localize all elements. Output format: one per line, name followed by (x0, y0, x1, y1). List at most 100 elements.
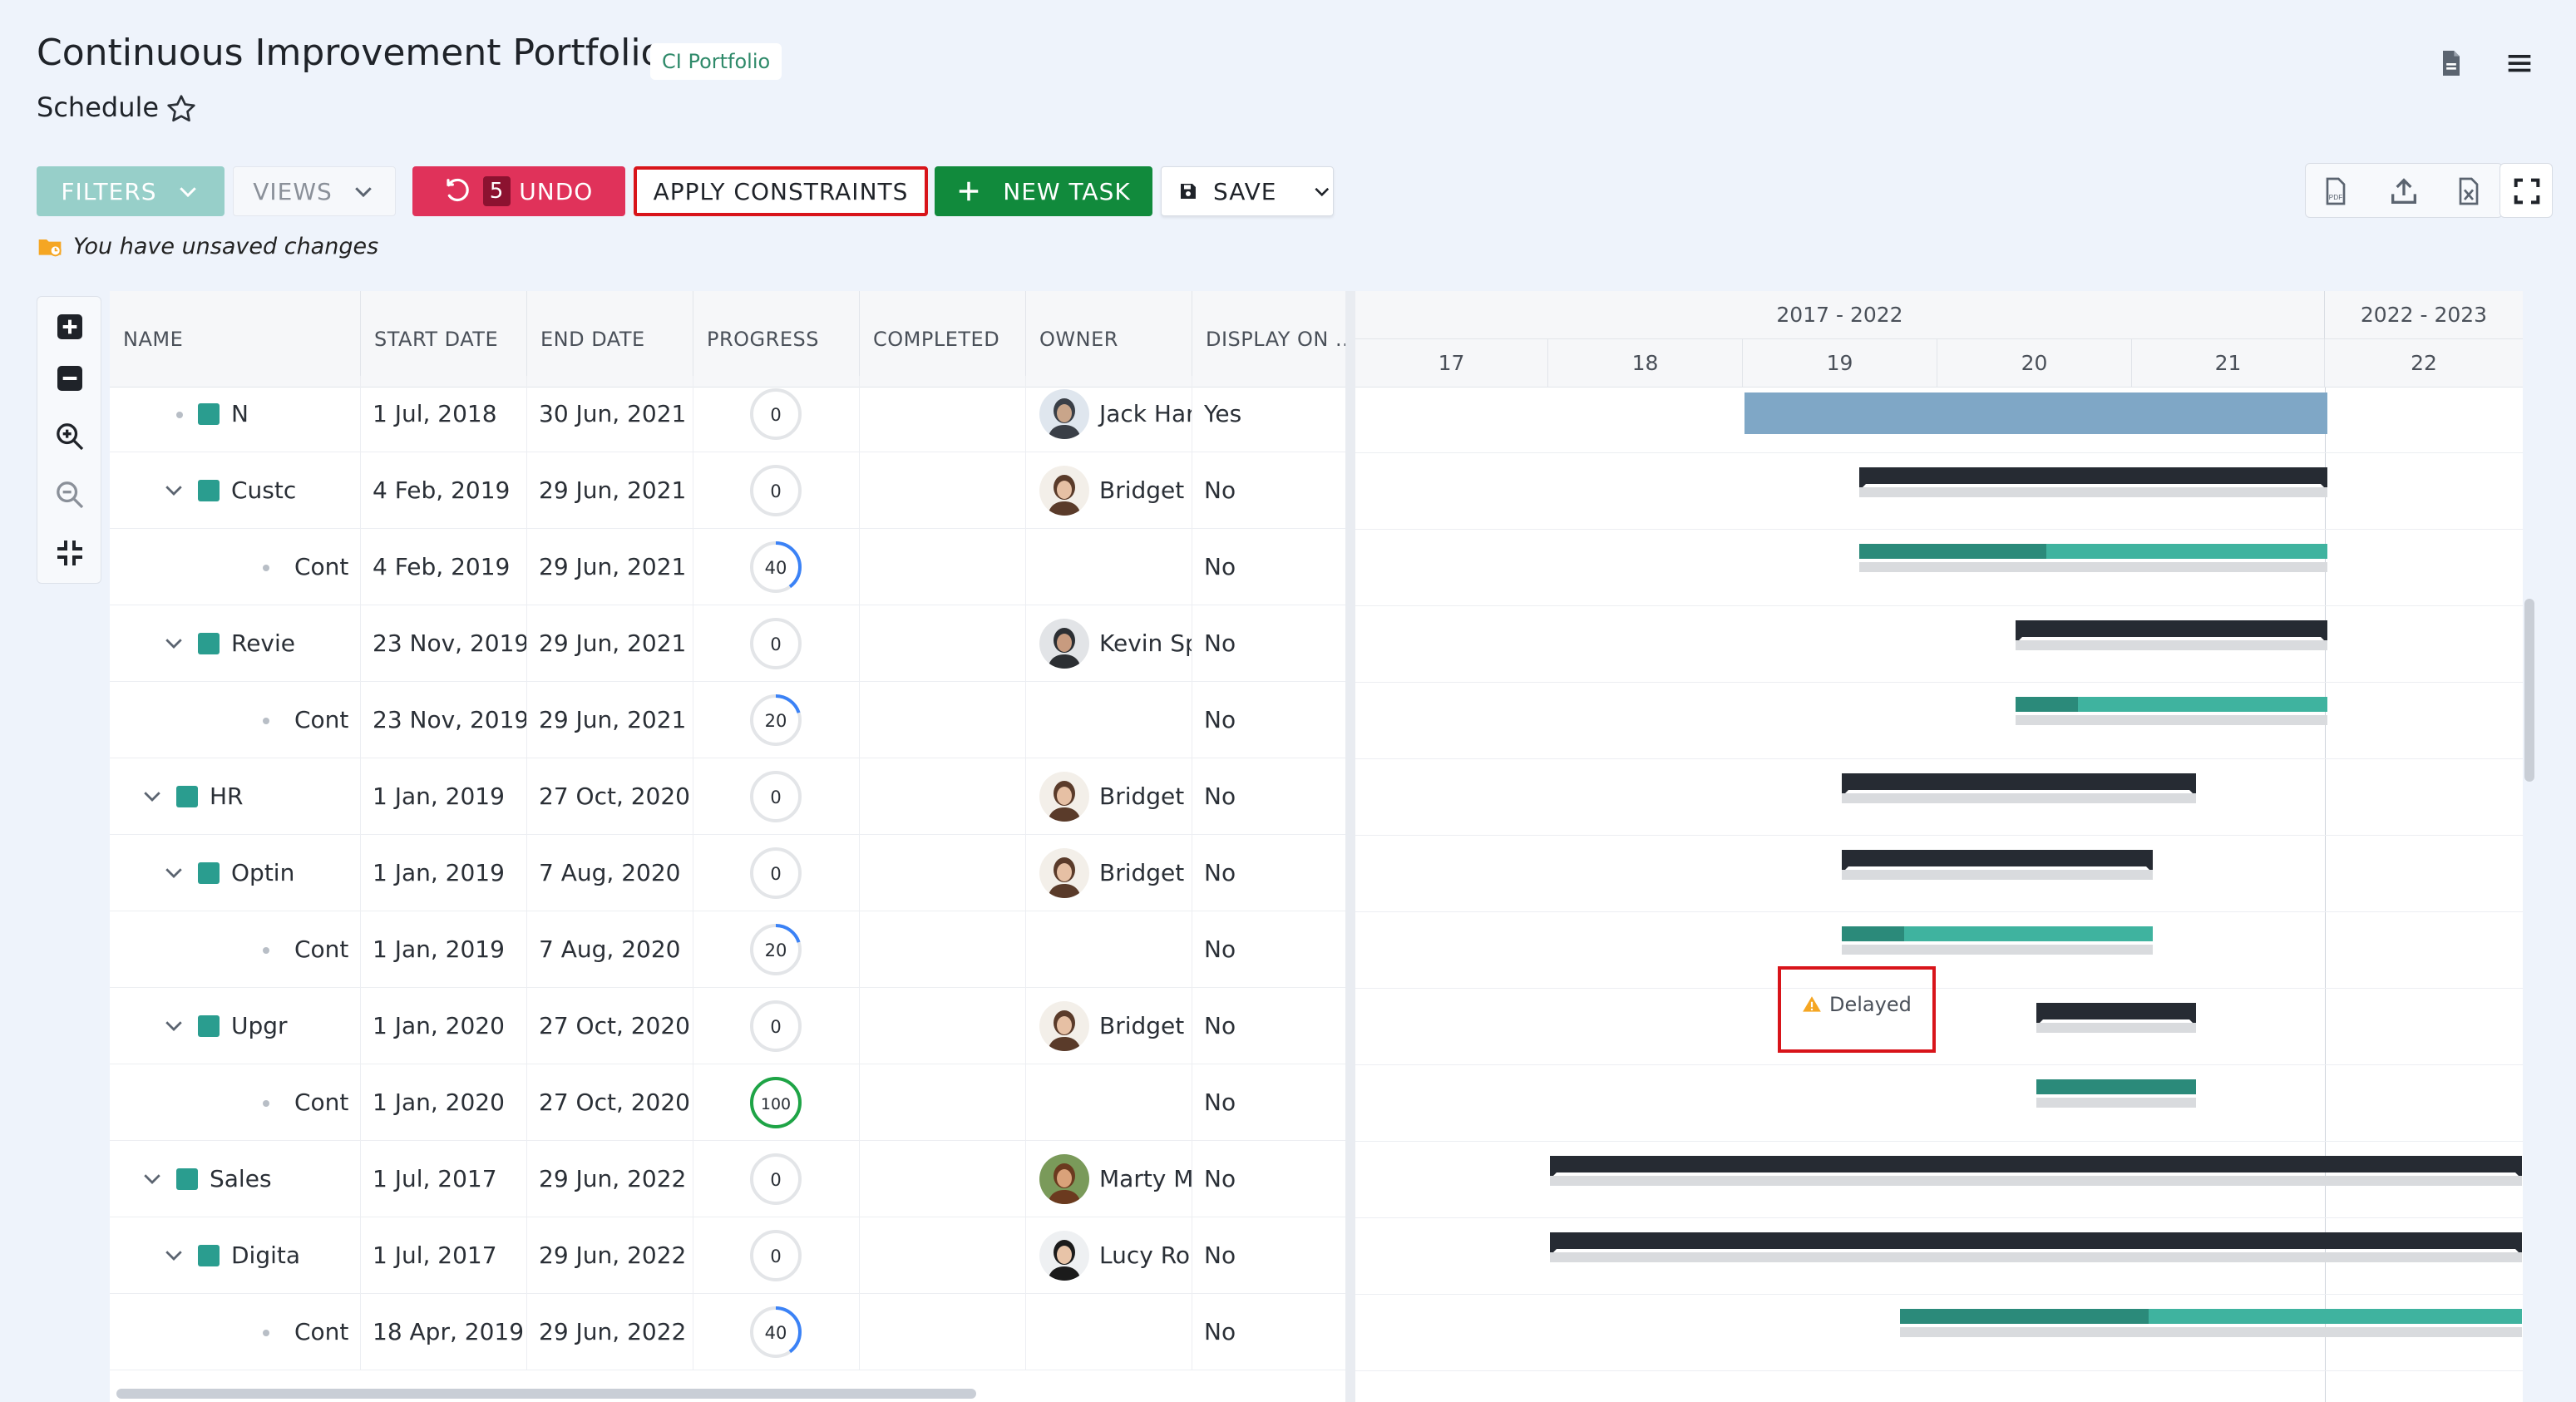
name-cell[interactable]: HR (110, 758, 361, 835)
table-row[interactable]: Cont 23 Nov, 2019 29 Jun, 2021 20 No (110, 682, 1347, 758)
display-on-cell[interactable]: No (1192, 529, 1347, 605)
name-cell[interactable]: Cont (110, 911, 361, 988)
completed-cell[interactable] (860, 452, 1026, 529)
progress-cell[interactable]: 0 (693, 376, 860, 452)
chevron-down-icon[interactable] (161, 477, 186, 502)
end-date-cell[interactable]: 27 Oct, 2020 (527, 988, 693, 1064)
completed-cell[interactable] (860, 988, 1026, 1064)
export-pdf-icon[interactable]: PDF (2319, 175, 2352, 208)
completed-cell[interactable] (860, 1294, 1026, 1370)
display-on-cell[interactable]: No (1192, 1217, 1347, 1294)
column-header-completed[interactable]: COMPLETED (860, 291, 1026, 388)
column-header-display-on[interactable]: DISPLAY ON ... (1192, 291, 1347, 388)
owner-cell[interactable]: Bridget E (1026, 835, 1192, 911)
pdf-document-icon[interactable] (2435, 47, 2468, 80)
table-row[interactable]: Custc 4 Feb, 201929 Jun, 2021 0 Bridget ENo (110, 452, 1347, 529)
grid-gantt-splitter[interactable] (1345, 291, 1355, 1402)
start-date-cell[interactable]: 23 Nov, 2019 (361, 682, 527, 758)
start-date-cell[interactable]: 1 Jul, 2017 (361, 1217, 527, 1294)
name-cell[interactable]: Custc (110, 452, 361, 529)
fullscreen-button[interactable] (2500, 163, 2553, 218)
chevron-down-icon[interactable] (140, 1166, 165, 1191)
new-task-button[interactable]: NEW TASK (935, 166, 1152, 216)
hamburger-menu-icon[interactable] (2503, 47, 2536, 80)
name-cell[interactable]: Cont (110, 529, 361, 605)
name-cell[interactable]: Revie (110, 605, 361, 682)
chevron-down-icon[interactable] (161, 1013, 186, 1038)
end-date-cell[interactable]: 29 Jun, 2022 (527, 1217, 693, 1294)
expand-all-icon[interactable] (53, 310, 86, 343)
table-row[interactable]: HR 1 Jan, 201927 Oct, 2020 0 Bridget ENo (110, 758, 1347, 835)
end-date-cell[interactable]: 27 Oct, 2020 (527, 1064, 693, 1141)
column-header-start-date[interactable]: START DATE (361, 291, 527, 388)
save-options-chevron-icon[interactable] (1311, 178, 1333, 205)
owner-cell[interactable] (1026, 682, 1192, 758)
name-cell[interactable]: Sales (110, 1141, 361, 1217)
completed-cell[interactable] (860, 529, 1026, 605)
horizontal-scrollbar[interactable] (116, 1389, 976, 1399)
summary-bar[interactable] (2016, 620, 2328, 644)
completed-cell[interactable] (860, 682, 1026, 758)
name-cell[interactable]: Digita (110, 1217, 361, 1294)
name-cell[interactable]: Upgr (110, 988, 361, 1064)
zoom-out-icon[interactable] (53, 478, 86, 511)
delayed-indicator[interactable]: Delayed (1801, 993, 1912, 1016)
summary-bar[interactable] (1550, 1156, 2522, 1179)
display-on-cell[interactable]: No (1192, 1141, 1347, 1217)
end-date-cell[interactable]: 29 Jun, 2021 (527, 605, 693, 682)
display-on-cell[interactable]: No (1192, 1294, 1347, 1370)
owner-cell[interactable]: Lucy Ror (1026, 1217, 1192, 1294)
completed-cell[interactable] (860, 835, 1026, 911)
table-row[interactable]: Cont 18 Apr, 2019 29 Jun, 2022 40 No (110, 1294, 1347, 1370)
end-date-cell[interactable]: 30 Jun, 2021 (527, 376, 693, 452)
upload-icon[interactable] (2387, 175, 2421, 208)
start-date-cell[interactable]: 23 Nov, 2019 (361, 605, 527, 682)
column-header-owner[interactable]: OWNER (1026, 291, 1192, 388)
table-row[interactable]: Sales 1 Jul, 2017 29 Jun, 2022 0 Marty M No (110, 1141, 1347, 1217)
progress-cell[interactable]: 0 (693, 988, 860, 1064)
progress-cell[interactable]: 100 (693, 1064, 860, 1141)
filters-button[interactable]: FILTERS (37, 166, 225, 216)
column-header-progress[interactable]: PROGRESS (693, 291, 860, 388)
owner-cell[interactable]: Kevin Sp (1026, 605, 1192, 682)
name-cell[interactable]: N (110, 376, 361, 452)
table-row[interactable]: N 1 Jul, 2018 30 Jun, 2021 0 Jack Harl Yes (110, 376, 1347, 452)
table-row[interactable]: Upgr 1 Jan, 202027 Oct, 2020 0 Bridget ENo (110, 988, 1347, 1064)
start-date-cell[interactable]: 1 Jul, 2017 (361, 1141, 527, 1217)
end-date-cell[interactable]: 29 Jun, 2021 (527, 452, 693, 529)
end-date-cell[interactable]: 29 Jun, 2022 (527, 1141, 693, 1217)
display-on-cell[interactable]: No (1192, 911, 1347, 988)
apply-constraints-button[interactable]: APPLY CONSTRAINTS (634, 166, 928, 216)
display-on-cell[interactable]: No (1192, 835, 1347, 911)
vertical-scrollbar[interactable] (2524, 599, 2534, 782)
table-row[interactable]: Optin 1 Jan, 20197 Aug, 2020 0 Bridget ENo (110, 835, 1347, 911)
owner-cell[interactable] (1026, 911, 1192, 988)
summary-bar[interactable] (1842, 850, 2154, 873)
export-excel-icon[interactable] (2452, 175, 2485, 208)
progress-cell[interactable]: 0 (693, 1141, 860, 1217)
owner-cell[interactable]: Marty M (1026, 1141, 1192, 1217)
start-date-cell[interactable]: 4 Feb, 2019 (361, 529, 527, 605)
name-cell[interactable]: Cont (110, 1294, 361, 1370)
end-date-cell[interactable]: 7 Aug, 2020 (527, 835, 693, 911)
owner-cell[interactable] (1026, 529, 1192, 605)
column-header-end-date[interactable]: END DATE (527, 291, 693, 388)
table-row[interactable]: Cont 4 Feb, 2019 29 Jun, 2021 40 No (110, 529, 1347, 605)
completed-cell[interactable] (860, 1141, 1026, 1217)
display-on-cell[interactable]: No (1192, 1064, 1347, 1141)
end-date-cell[interactable]: 7 Aug, 2020 (527, 911, 693, 988)
owner-cell[interactable]: Jack Harl (1026, 376, 1192, 452)
summary-bar[interactable] (1859, 467, 2327, 491)
table-row[interactable]: Cont 1 Jan, 2020 27 Oct, 2020 100 No (110, 1064, 1347, 1141)
column-header-name[interactable]: NAME (110, 291, 361, 388)
progress-cell[interactable]: 0 (693, 452, 860, 529)
views-button[interactable]: VIEWS (233, 166, 396, 216)
table-row[interactable]: Digita 1 Jul, 2017 29 Jun, 2022 0 Lucy Ror No (110, 1217, 1347, 1294)
end-date-cell[interactable]: 27 Oct, 2020 (527, 758, 693, 835)
owner-cell[interactable] (1026, 1064, 1192, 1141)
end-date-cell[interactable]: 29 Jun, 2021 (527, 682, 693, 758)
completed-cell[interactable] (860, 605, 1026, 682)
progress-cell[interactable]: 40 (693, 529, 860, 605)
progress-cell[interactable]: 20 (693, 682, 860, 758)
start-date-cell[interactable]: 18 Apr, 2019 (361, 1294, 527, 1370)
